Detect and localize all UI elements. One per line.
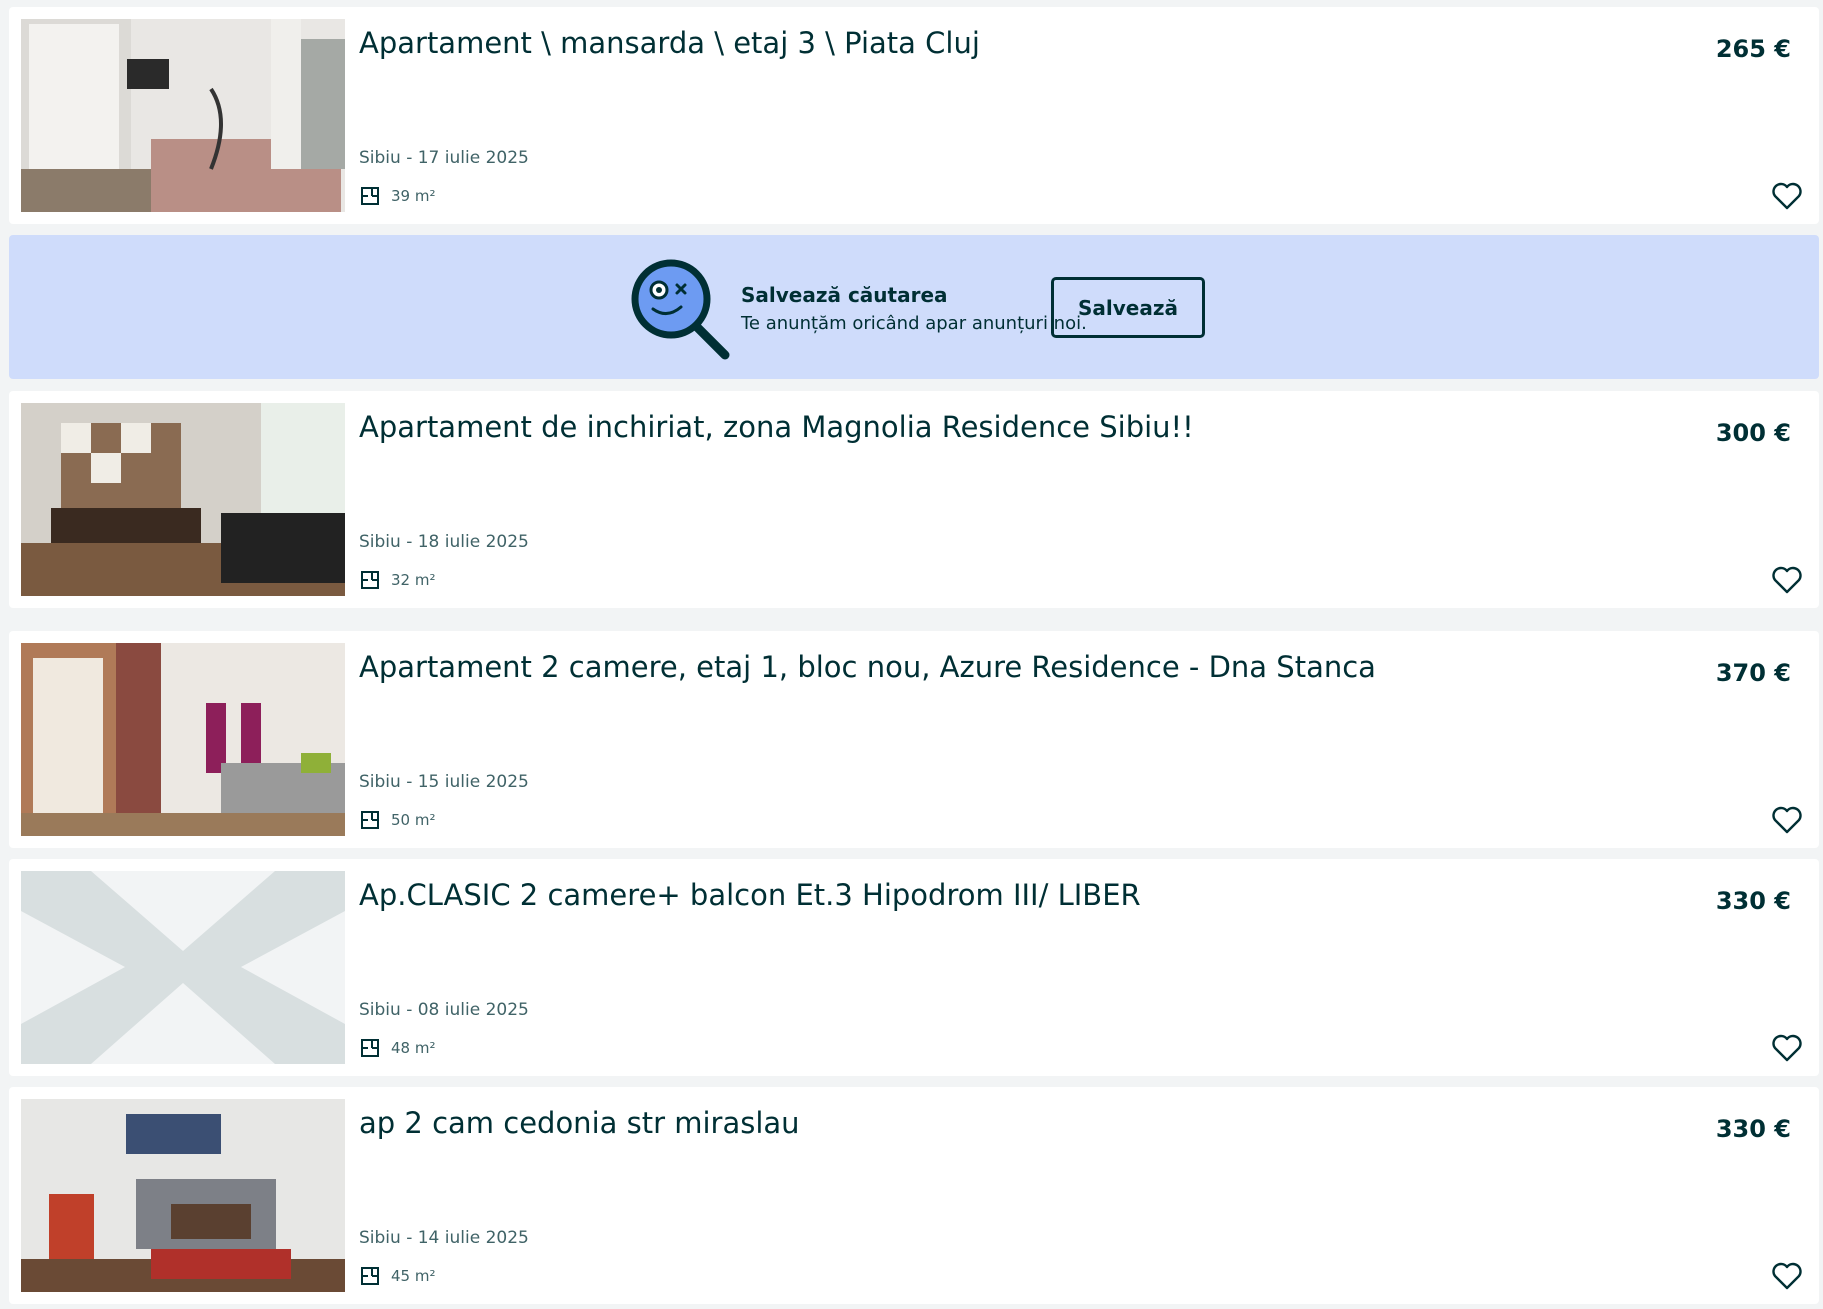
save-search-title: Salvează căutarea bbox=[741, 283, 948, 307]
listing-results: Apartament \ mansarda \ etaj 3 \ Piata C… bbox=[0, 0, 1823, 1309]
listing-photo[interactable] bbox=[21, 19, 345, 212]
listing-area: 48 m² bbox=[359, 1037, 435, 1059]
favorite-heart-icon[interactable] bbox=[1771, 1261, 1803, 1291]
listing-area: 32 m² bbox=[359, 569, 435, 591]
listing-title[interactable]: ap 2 cam cedonia str miraslau bbox=[359, 1105, 1559, 1141]
save-search-banner: Salvează căutarea Te anunțăm oricând apa… bbox=[9, 235, 1819, 379]
listing-location-date: Sibiu - 17 iulie 2025 bbox=[359, 148, 529, 168]
favorite-heart-icon[interactable] bbox=[1771, 565, 1803, 595]
floor-plan-icon bbox=[361, 1039, 379, 1057]
listing-price: 330 € bbox=[1715, 887, 1791, 915]
favorite-heart-icon[interactable] bbox=[1771, 1033, 1803, 1063]
listing-title[interactable]: Ap.CLASIC 2 camere+ balcon Et.3 Hipodrom… bbox=[359, 877, 1559, 913]
listing-card[interactable]: Apartament de inchiriat, zona Magnolia R… bbox=[9, 391, 1819, 608]
listing-card[interactable]: Apartament \ mansarda \ etaj 3 \ Piata C… bbox=[9, 7, 1819, 224]
listing-price: 265 € bbox=[1715, 35, 1791, 63]
listing-price: 330 € bbox=[1715, 1115, 1791, 1143]
listing-area-value: 39 m² bbox=[391, 187, 436, 205]
listing-card[interactable]: Apartament 2 camere, etaj 1, bloc nou, A… bbox=[9, 631, 1819, 848]
listing-title[interactable]: Apartament 2 camere, etaj 1, bloc nou, A… bbox=[359, 649, 1559, 685]
floor-plan-icon bbox=[361, 571, 379, 589]
listing-location-date: Sibiu - 18 iulie 2025 bbox=[359, 532, 529, 552]
listing-area-value: 45 m² bbox=[391, 1267, 436, 1285]
listing-card[interactable]: Ap.CLASIC 2 camere+ balcon Et.3 Hipodrom… bbox=[9, 859, 1819, 1076]
save-search-button[interactable]: Salvează bbox=[1051, 277, 1205, 338]
listing-card[interactable]: ap 2 cam cedonia str miraslau 330 € Sibi… bbox=[9, 1087, 1819, 1304]
listing-location-date: Sibiu - 14 iulie 2025 bbox=[359, 1228, 529, 1248]
listing-photo[interactable] bbox=[21, 403, 345, 596]
listing-price: 300 € bbox=[1715, 419, 1791, 447]
favorite-heart-icon[interactable] bbox=[1771, 181, 1803, 211]
listing-area-value: 48 m² bbox=[391, 1039, 436, 1057]
listing-area-value: 32 m² bbox=[391, 571, 436, 589]
floor-plan-icon bbox=[361, 811, 379, 829]
listing-photo[interactable] bbox=[21, 871, 345, 1064]
listing-location-date: Sibiu - 08 iulie 2025 bbox=[359, 1000, 529, 1020]
listing-area: 45 m² bbox=[359, 1265, 435, 1287]
listing-title[interactable]: Apartament de inchiriat, zona Magnolia R… bbox=[359, 409, 1559, 445]
save-search-subtitle: Te anunțăm oricând apar anunțuri noi. bbox=[741, 313, 1087, 334]
floor-plan-icon bbox=[361, 187, 379, 205]
magnifier-face-icon bbox=[631, 259, 730, 360]
listing-price: 370 € bbox=[1715, 659, 1791, 687]
listing-location-date: Sibiu - 15 iulie 2025 bbox=[359, 772, 529, 792]
listing-photo[interactable] bbox=[21, 643, 345, 836]
listing-area: 39 m² bbox=[359, 185, 435, 207]
listing-title[interactable]: Apartament \ mansarda \ etaj 3 \ Piata C… bbox=[359, 25, 1559, 61]
listing-photo[interactable] bbox=[21, 1099, 345, 1292]
floor-plan-icon bbox=[361, 1267, 379, 1285]
favorite-heart-icon[interactable] bbox=[1771, 805, 1803, 835]
listing-area-value: 50 m² bbox=[391, 811, 436, 829]
listing-area: 50 m² bbox=[359, 809, 435, 831]
